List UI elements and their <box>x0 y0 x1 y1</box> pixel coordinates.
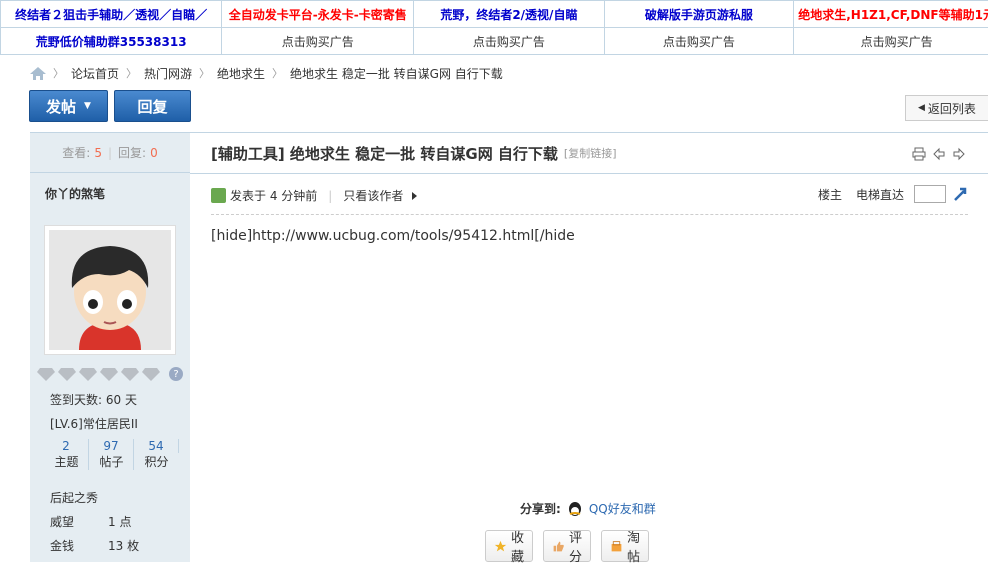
diamond-icon <box>100 367 118 381</box>
diamond-icon <box>58 367 76 381</box>
favorite-button[interactable]: 收藏 <box>485 530 534 565</box>
go-arrow-icon[interactable] <box>952 186 968 202</box>
title-tools <box>912 147 966 161</box>
reply-button[interactable]: 回复 <box>114 90 191 122</box>
ad-banner: 终结者２狙击手辅助／透视／自瞄／ 全自动发卡平台-永发卡-卡密寄售 荒野，终结者… <box>0 0 988 55</box>
chevron-left-icon: ◀ <box>918 103 925 113</box>
back-to-list-label: 返回列表 <box>927 101 976 116</box>
ad-link-2[interactable]: 全自动发卡平台-永发卡-卡密寄售 <box>229 8 407 22</box>
stat-points[interactable]: 54 积分 <box>134 439 179 470</box>
reply-count: 0 <box>150 145 158 160</box>
prop-prestige: 威望 1 点 <box>50 515 132 529</box>
ad-buy-link[interactable]: 点击购买广告 <box>663 35 735 49</box>
view-count: 5 <box>94 145 102 160</box>
new-post-button[interactable]: 发帖 ▼ <box>29 90 108 122</box>
floor-controls: 楼主 电梯直达 <box>818 185 968 203</box>
breadcrumb-thread[interactable]: 绝地求生 稳定一批 转自谋G网 自行下载 <box>290 65 503 82</box>
post-title: [辅助工具] 绝地求生 稳定一批 转自谋G网 自行下载 <box>211 144 558 163</box>
post-title-bar: [辅助工具] 绝地求生 稳定一批 转自谋G网 自行下载 [复制链接] <box>190 133 988 174</box>
breadcrumb: 〉 论坛首页 〉 热门网游 〉 绝地求生 〉 绝地求生 稳定一批 转自谋G网 自… <box>30 65 503 81</box>
diamond-icon <box>79 367 97 381</box>
stat-posts[interactable]: 97 帖子 <box>89 439 134 470</box>
qq-penguin-icon[interactable] <box>567 501 583 517</box>
post-time: 发表于 4 分钟前 <box>230 189 318 203</box>
diamond-icon <box>142 367 160 381</box>
thread-stats: 查看: 5 | 回复: 0 <box>30 133 190 173</box>
floor-label: 楼主 <box>817 187 842 202</box>
back-to-list-button[interactable]: ◀ 返回列表 <box>905 95 988 121</box>
only-author-link[interactable]: 只看该作者 <box>343 187 403 204</box>
arrow-left-icon[interactable] <box>932 147 946 161</box>
share-label: 分享到: <box>520 502 561 516</box>
floor-input[interactable] <box>914 185 946 203</box>
home-icon[interactable] <box>30 66 46 80</box>
post-main: [辅助工具] 绝地求生 稳定一批 转自谋G网 自行下载 [复制链接] 发表于 4… <box>190 132 988 565</box>
user-rank: 后起之秀 <box>50 491 99 505</box>
post-meta: 发表于 4 分钟前 | 只看该作者 <box>211 187 418 204</box>
breadcrumb-hot-games[interactable]: 热门网游 <box>144 65 192 82</box>
post-content: [hide]http://www.ucbug.com/tools/95412.h… <box>211 228 575 244</box>
post-actions: 收藏 评分 淘帖 <box>485 530 650 565</box>
new-post-label: 发帖 <box>46 97 77 116</box>
thumbs-up-icon <box>553 541 564 551</box>
caret-right-icon <box>412 191 418 200</box>
arrow-right-icon[interactable] <box>952 147 966 161</box>
copy-link[interactable]: [复制链接] <box>564 145 617 161</box>
diamond-icon <box>37 367 55 381</box>
divider <box>211 214 968 215</box>
ad-link-3[interactable]: 荒野，终结者2/透视/自瞄 <box>440 8 577 22</box>
breadcrumb-pubg[interactable]: 绝地求生 <box>217 65 265 82</box>
author-sidebar: 查看: 5 | 回复: 0 你丫的煞笔 ? 签到天数: 60 天 [LV.6]常住居… <box>30 132 190 562</box>
online-status-icon <box>211 188 226 203</box>
rate-button[interactable]: 评分 <box>543 530 592 565</box>
basket-icon <box>611 540 622 551</box>
collect-button[interactable]: 淘帖 <box>601 530 650 565</box>
ad-link-1[interactable]: 终结者２狙击手辅助／透视／自瞄／ <box>15 8 207 22</box>
ad-link-6[interactable]: 荒野低价辅助群35538313 <box>36 35 187 49</box>
ad-buy-link[interactable]: 点击购买广告 <box>282 35 354 49</box>
sign-days: 签到天数: 60 天 <box>50 393 137 407</box>
ad-buy-link[interactable]: 点击购买广告 <box>473 35 545 49</box>
breadcrumb-home[interactable]: 论坛首页 <box>71 65 119 82</box>
user-stats: 2 主题 97 帖子 54 积分 <box>44 439 179 470</box>
stat-threads[interactable]: 2 主题 <box>44 439 89 470</box>
author-name[interactable]: 你丫的煞笔 <box>30 173 190 213</box>
share-bar: 分享到: QQ好友和群 <box>520 500 656 517</box>
ad-link-4[interactable]: 破解版手游页游私服 <box>645 8 753 22</box>
star-icon <box>494 540 507 551</box>
share-qq-link[interactable]: QQ好友和群 <box>589 500 656 517</box>
diamond-icon <box>121 367 139 381</box>
medal-row: ? <box>37 367 183 381</box>
ad-buy-link[interactable]: 点击购买广告 <box>861 35 933 49</box>
elevator-label: 电梯直达 <box>855 187 904 202</box>
avatar[interactable] <box>44 225 176 355</box>
ad-link-5[interactable]: 绝地求生,H1Z1,CF,DNF等辅助1元 <box>798 8 988 22</box>
chevron-down-icon: ▼ <box>84 101 91 111</box>
user-level[interactable]: [LV.6]常住居民II <box>50 415 138 432</box>
print-icon[interactable] <box>912 147 926 161</box>
prop-money: 金钱 13 枚 <box>50 539 140 553</box>
help-icon[interactable]: ? <box>169 367 183 381</box>
